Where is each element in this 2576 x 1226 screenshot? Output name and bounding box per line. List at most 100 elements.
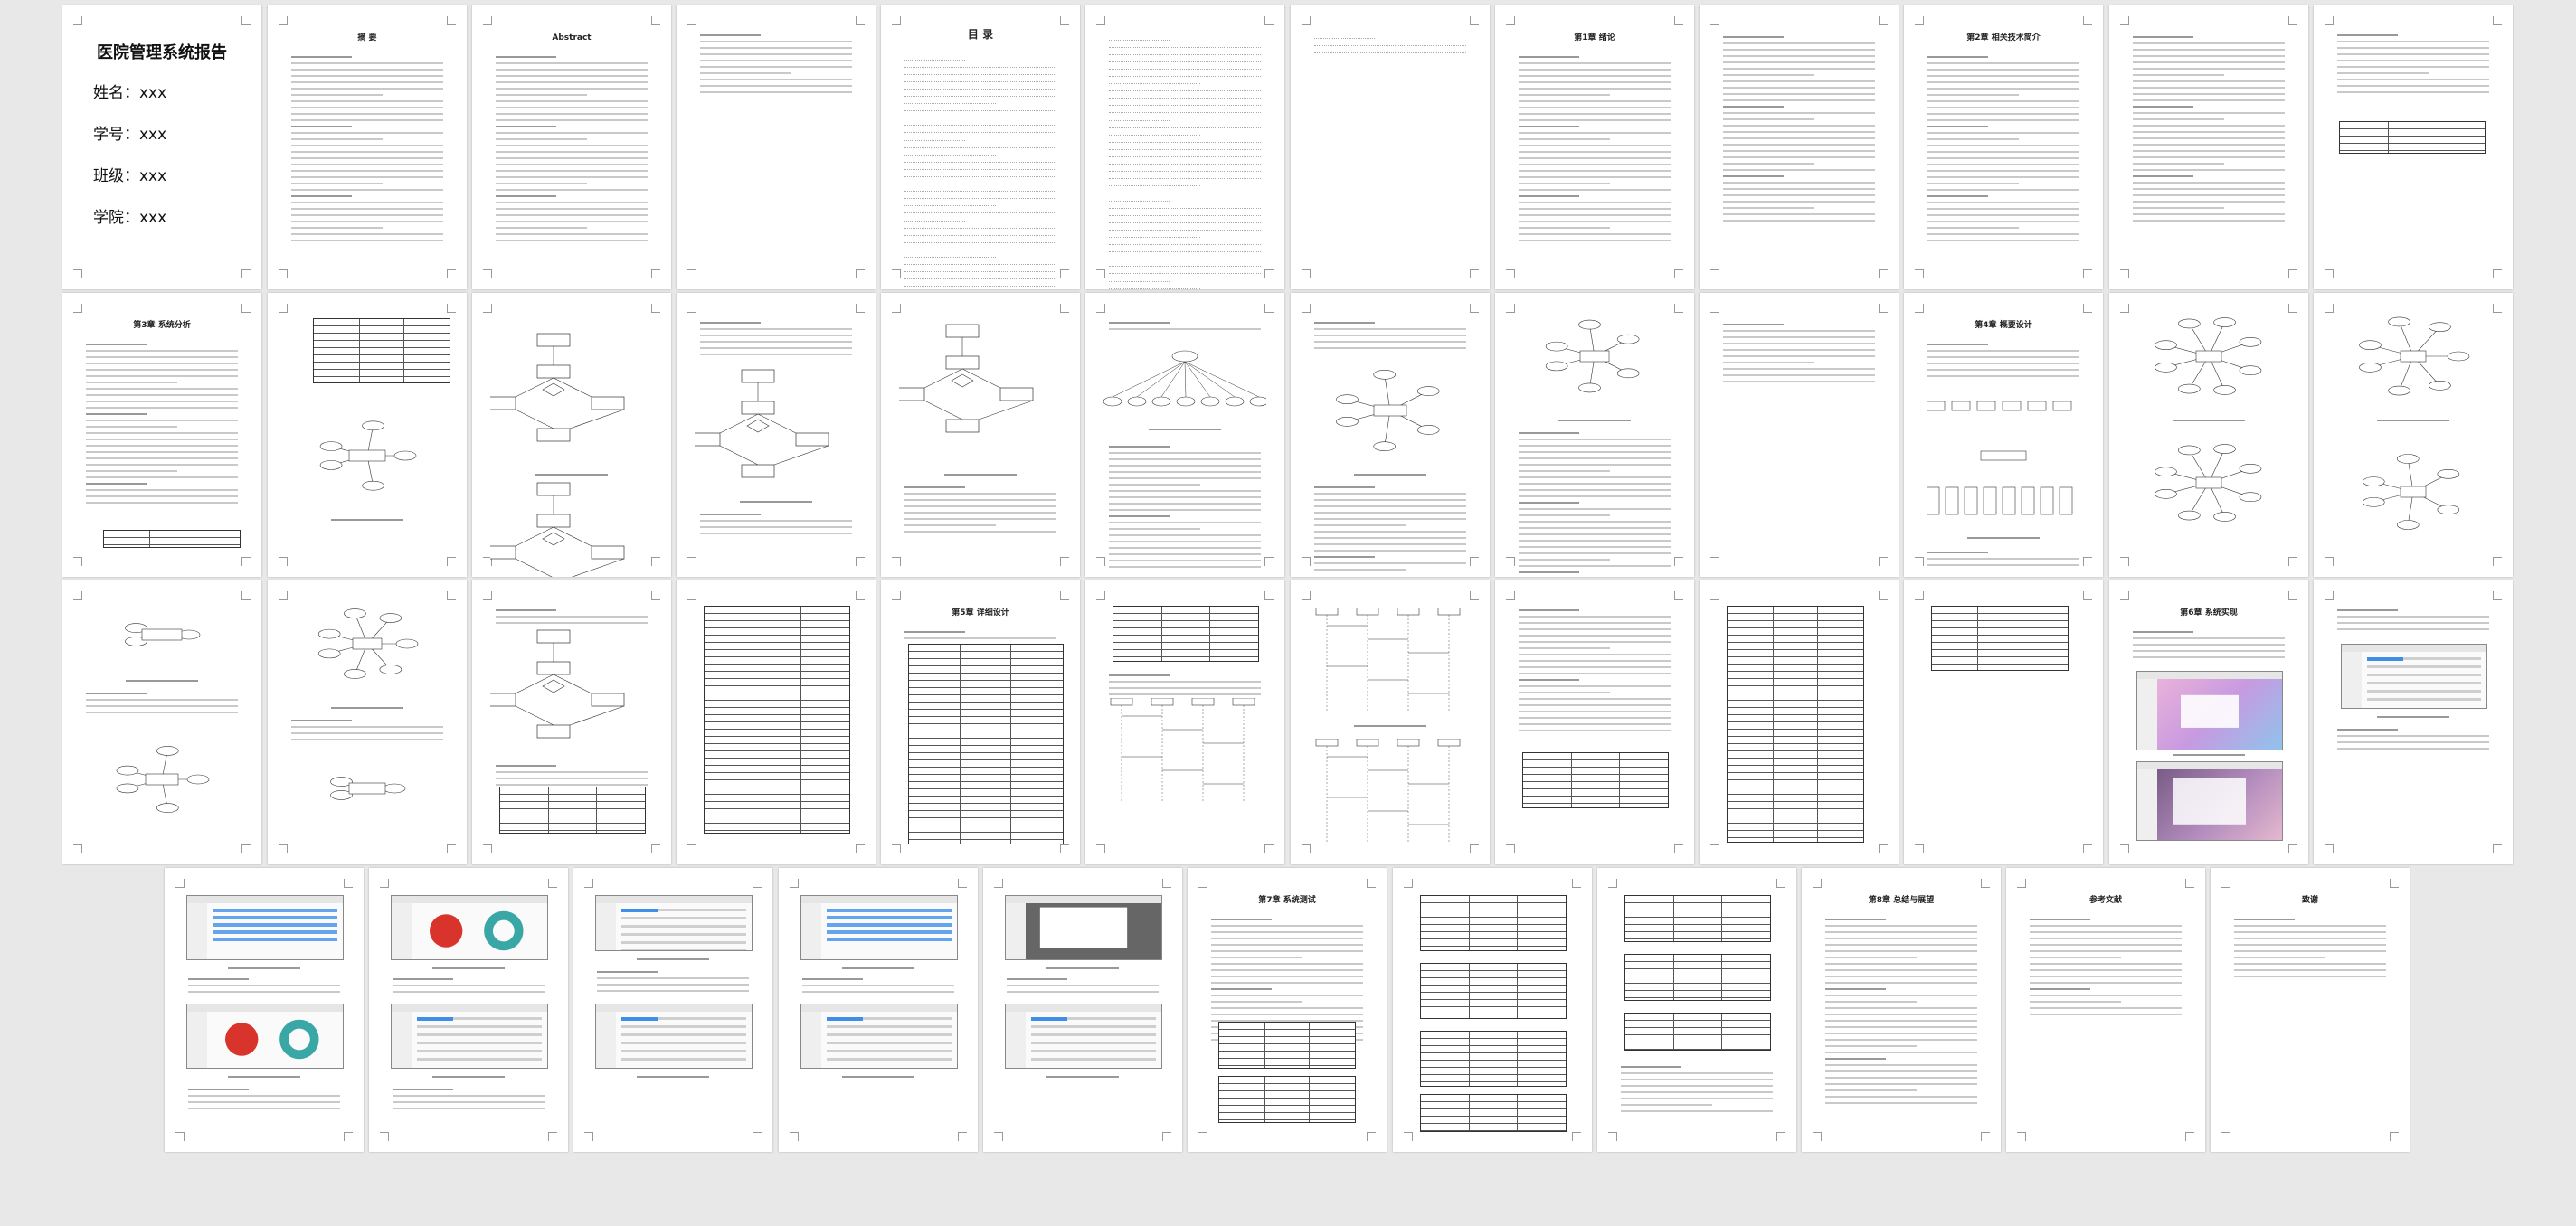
page-corner-mark <box>1470 269 1479 278</box>
text-line <box>86 401 238 402</box>
text-line <box>1109 471 1261 473</box>
attribute-ellipse <box>156 746 179 756</box>
text-line <box>1519 69 1671 71</box>
text-line <box>1109 465 1261 467</box>
page-corner-mark <box>584 1132 593 1141</box>
attribute-ellipse <box>116 765 139 776</box>
page-corner-mark <box>1710 304 1719 313</box>
text-line <box>86 432 238 434</box>
text-line <box>904 253 996 258</box>
data-table <box>499 787 646 834</box>
attribute-ellipse <box>2213 444 2236 454</box>
figure-caption <box>1046 1076 1119 1078</box>
attribute-ellipse <box>186 774 210 785</box>
text-line <box>2030 938 2182 939</box>
screenshot-content <box>2137 672 2282 750</box>
page-corner-mark <box>2493 591 2502 600</box>
page-corner-mark <box>1198 1132 1208 1141</box>
text-line <box>188 1089 250 1090</box>
text-line <box>1519 565 1671 567</box>
text-line <box>1109 51 1261 55</box>
text-line <box>1927 195 1989 197</box>
system-screenshot <box>800 1004 958 1069</box>
text-line <box>1109 534 1261 536</box>
text-line <box>1825 957 1917 958</box>
text-line <box>1109 131 1200 136</box>
flow-box <box>795 432 829 447</box>
text-line <box>1519 628 1671 630</box>
text-line <box>2133 175 2194 177</box>
text-line <box>496 62 648 64</box>
text-line <box>904 217 966 222</box>
page-corner-mark <box>651 591 660 600</box>
text-line <box>291 726 443 728</box>
system-screenshot <box>2136 671 2283 750</box>
text-line <box>86 705 238 707</box>
flow-box <box>536 724 571 739</box>
flow-arrow <box>515 558 553 577</box>
page-corner-mark <box>1674 844 1683 853</box>
page-corner-mark <box>1981 879 1990 888</box>
data-table <box>1420 963 1567 1019</box>
donut-chart-icon <box>279 1019 319 1060</box>
text-line <box>2337 47 2489 49</box>
text-line <box>1519 202 1671 203</box>
text-line <box>86 382 177 383</box>
page-corner-mark <box>1879 16 1888 25</box>
text-line <box>700 91 852 93</box>
text-line <box>496 138 587 140</box>
text-line <box>1519 552 1671 554</box>
text-line <box>904 194 1056 199</box>
page-corner-mark <box>1506 557 1515 566</box>
text-line <box>496 119 648 121</box>
text-line <box>700 79 852 80</box>
document-page <box>472 580 671 864</box>
document-page <box>2314 293 2513 577</box>
text-line <box>700 66 852 68</box>
text-line <box>86 369 238 371</box>
text-line <box>1723 368 1875 370</box>
page-corner-mark <box>1096 844 1105 853</box>
attribute-ellipse <box>1373 441 1397 451</box>
attribute-ellipse <box>1416 386 1440 396</box>
attribute-ellipse <box>319 441 343 451</box>
document-page: 摘 要 <box>268 5 467 289</box>
page-heading: 第7章 系统测试 <box>1258 896 1316 905</box>
text-line <box>86 712 238 713</box>
text-line <box>1109 182 1200 186</box>
text-line <box>496 88 648 90</box>
text-line <box>904 275 1056 279</box>
text-line <box>1109 547 1261 549</box>
text-line <box>1314 335 1466 336</box>
text-block <box>2133 33 2285 226</box>
text-line <box>1927 208 2079 210</box>
text-line <box>188 978 250 980</box>
text-line <box>393 1101 545 1103</box>
screenshot-content <box>801 1004 957 1068</box>
text-line <box>2133 144 2285 146</box>
text-line <box>1723 343 1875 344</box>
figure-caption <box>1967 537 2040 539</box>
tree-branch <box>1184 361 1211 398</box>
attribute-ellipse <box>317 648 341 659</box>
text-block <box>1723 33 1875 226</box>
text-line <box>1211 969 1363 971</box>
data-table <box>1522 752 1669 808</box>
figure-caption <box>944 474 1017 476</box>
page-corner-mark <box>1674 16 1683 25</box>
text-block <box>188 1085 340 1114</box>
text-line <box>1927 164 2079 165</box>
page-corner-mark <box>1264 304 1274 313</box>
text-line <box>2133 201 2285 203</box>
page-corner-mark <box>1710 591 1719 600</box>
ui-table-row <box>827 938 952 941</box>
figure-caption <box>432 967 505 969</box>
text-line <box>86 495 238 497</box>
text-line <box>1519 151 1671 153</box>
text-line <box>496 214 648 216</box>
submodule-box <box>1927 486 1940 515</box>
text-line <box>1723 61 1875 63</box>
page-corner-mark <box>1981 1132 1990 1141</box>
attribute-ellipse <box>116 783 139 794</box>
text-line <box>2133 49 2285 51</box>
